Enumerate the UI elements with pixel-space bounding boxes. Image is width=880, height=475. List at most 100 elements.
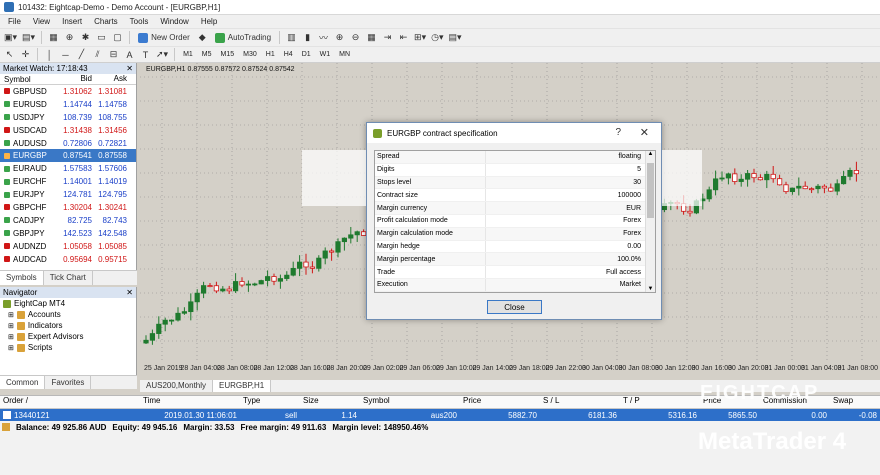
specification-row[interactable]: Profit calculation mode Forex [375,214,655,228]
menu-charts[interactable]: Charts [88,17,124,26]
market-watch-row[interactable]: AUDCAD 0.95694 0.95715 [0,253,136,266]
expand-icon[interactable]: ⊞ [8,344,14,352]
vertical-line-icon[interactable]: │ [43,48,56,61]
metaeditor-icon[interactable]: ◆ [196,31,209,44]
scroll-up-icon[interactable]: ▲ [646,151,655,157]
chart-shift-icon[interactable]: ⇤ [397,31,410,44]
market-watch-row[interactable]: AUDUSD 0.72806 0.72821 [0,137,136,150]
crosshair-icon[interactable]: ✛ [19,48,32,61]
data-window-icon[interactable]: ⊕ [63,31,76,44]
column-header-symbol[interactable]: Symbol [0,74,57,84]
market-watch-icon[interactable]: ▦ [47,31,60,44]
periods-icon[interactable]: ◷▾ [430,31,444,44]
specification-row[interactable]: Contract size 100000 [375,189,655,203]
timeframe-h4[interactable]: H4 [281,48,296,61]
nav-item-expert-advisors[interactable]: ⊞ Expert Advisors [0,331,136,342]
fibonacci-icon[interactable]: ⊟ [107,48,120,61]
expand-icon[interactable]: ⊞ [8,322,14,330]
specification-row[interactable]: Spread floating [375,151,655,164]
timeframe-m1[interactable]: M1 [180,48,196,61]
cursor-icon[interactable]: ↖ [3,48,16,61]
tab-favorites[interactable]: Favorites [45,376,92,389]
horizontal-line-icon[interactable]: ─ [59,48,72,61]
label-icon[interactable]: T [139,48,152,61]
line-chart-icon[interactable]: 〰 [317,31,330,44]
chart-tab-eurgbp[interactable]: EURGBP,H1 [213,380,272,392]
help-icon[interactable]: ? [615,127,621,138]
column-header-sl[interactable]: S / L [540,396,620,408]
scroll-down-icon[interactable]: ▼ [646,286,655,292]
autotrading-button[interactable]: AutoTrading [212,31,274,44]
menu-window[interactable]: Window [154,17,194,26]
specification-row[interactable]: Margin currency EUR [375,202,655,215]
strategy-tester-icon[interactable]: ▢ [111,31,124,44]
market-watch-row[interactable]: AUDNZD 1.05058 1.05085 [0,240,136,253]
menu-help[interactable]: Help [195,17,223,26]
specification-row[interactable]: Margin percentage 100.0% [375,253,655,267]
column-header-time[interactable]: Time [140,396,240,408]
chart-tab-aus200[interactable]: AUS200,Monthly [140,380,214,392]
market-watch-row[interactable]: GBPUSD 1.31062 1.31081 [0,85,136,98]
scroll-chart-icon[interactable]: ⇥ [381,31,394,44]
specification-row[interactable]: Margin calculation mode Forex [375,227,655,241]
dialog-scrollbar[interactable]: ▲ ▼ [645,151,655,292]
timeframe-mn[interactable]: MN [336,48,353,61]
arrows-icon[interactable]: ➚▾ [155,48,169,61]
specification-row[interactable]: Trade Full access [375,266,655,279]
close-button[interactable]: Close [487,300,542,314]
tab-symbols[interactable]: Symbols [0,271,44,285]
zoom-out-icon[interactable]: ⊖ [349,31,362,44]
menu-insert[interactable]: Insert [56,17,88,26]
new-chart-icon[interactable]: ▣▾ [3,31,18,44]
column-header-ask[interactable]: Ask [92,74,127,84]
specification-row[interactable]: Digits 5 [375,163,655,177]
terminal-icon[interactable]: ▭ [95,31,108,44]
column-header-symbol[interactable]: Symbol [360,396,460,408]
indicators-icon[interactable]: ⊞▾ [413,31,427,44]
scroll-thumb[interactable] [647,163,654,218]
channel-icon[interactable]: ⫽ [91,48,104,61]
column-header-size[interactable]: Size [300,396,360,408]
market-watch-row[interactable]: EURAUD 1.57583 1.57606 [0,162,136,175]
close-icon[interactable]: ✕ [640,126,649,139]
text-icon[interactable]: A [123,48,136,61]
timeframe-m15[interactable]: M15 [218,48,238,61]
expand-icon[interactable]: ⊞ [8,333,14,341]
market-watch-row[interactable]: USDJPY 108.739 108.755 [0,111,136,124]
tab-common[interactable]: Common [0,376,46,389]
market-watch-row[interactable]: CADJPY 82.725 82.743 [0,214,136,227]
nav-item-indicators[interactable]: ⊞ Indicators [0,320,136,331]
navigator-icon[interactable]: ✱ [79,31,92,44]
tile-windows-icon[interactable]: ▦ [365,31,378,44]
column-header-order[interactable]: Order / [0,396,140,408]
expand-icon[interactable]: ⊞ [8,311,14,319]
column-header-type[interactable]: Type [240,396,300,408]
candlestick-icon[interactable]: ▮ [301,31,314,44]
menu-view[interactable]: View [27,17,56,26]
column-header-bid[interactable]: Bid [57,74,92,84]
menu-file[interactable]: File [2,17,27,26]
timeframe-m30[interactable]: M30 [240,48,260,61]
new-order-button[interactable]: New Order [135,31,193,44]
market-watch-row[interactable]: GBPJPY 142.523 142.548 [0,227,136,240]
column-header-price[interactable]: Price [460,396,540,408]
column-header-tp[interactable]: T / P [620,396,700,408]
nav-item-accounts[interactable]: ⊞ Accounts [0,309,136,320]
specification-row[interactable]: Margin hedge 0.00 [375,240,655,254]
market-watch-row[interactable]: EURUSD 1.14744 1.14758 [0,98,136,111]
market-watch-row[interactable]: USDCAD 1.31438 1.31456 [0,124,136,137]
market-watch-row[interactable]: GBPCHF 1.30204 1.30241 [0,201,136,214]
specification-row[interactable]: Stops level 30 [375,176,655,190]
tab-tick-chart[interactable]: Tick Chart [44,271,93,285]
timeframe-d1[interactable]: D1 [299,48,314,61]
profiles-icon[interactable]: ▤▾ [21,31,36,44]
timeframe-h1[interactable]: H1 [263,48,278,61]
specification-row[interactable]: Execution Market [375,278,655,292]
market-watch-row[interactable]: EURGBP 0.87541 0.87558 [0,149,136,163]
market-watch-row[interactable]: EURCHF 1.14001 1.14019 [0,175,136,188]
close-icon[interactable]: ✕ [126,288,136,297]
menu-tools[interactable]: Tools [124,17,155,26]
nav-item-root[interactable]: EightCap MT4 [0,298,136,309]
timeframe-m5[interactable]: M5 [199,48,215,61]
templates-icon[interactable]: ▤▾ [447,31,462,44]
